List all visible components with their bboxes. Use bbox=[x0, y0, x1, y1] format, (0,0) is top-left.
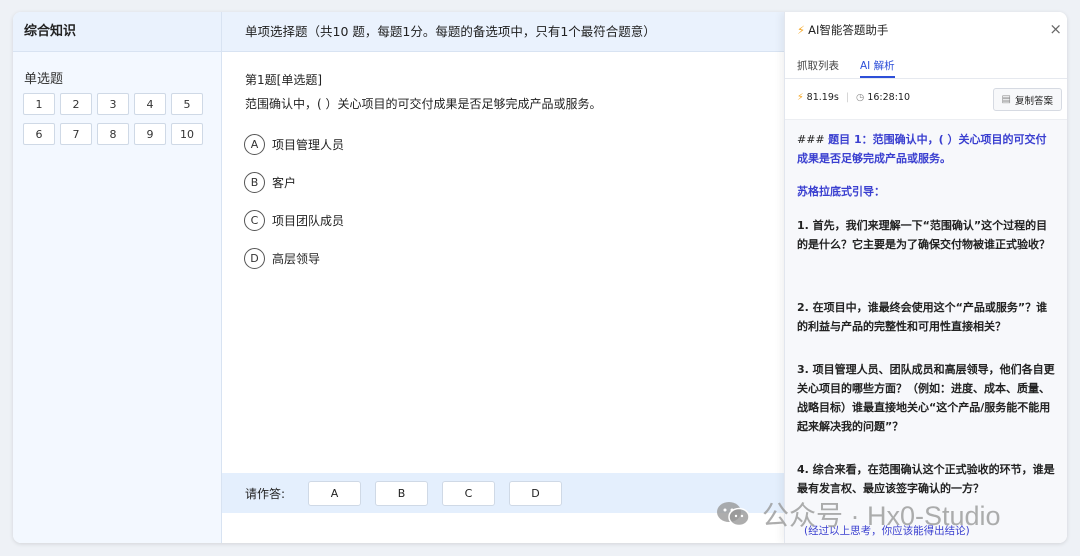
markdown-heading-marker: ### bbox=[797, 133, 829, 146]
option-text: 客户 bbox=[272, 176, 297, 190]
watermark-text: 公众号 · Hx0-Studio bbox=[762, 501, 1001, 531]
option-text: 高层领导 bbox=[272, 252, 321, 266]
analysis-point: 2. 在项目中，谁最终会使用这个“产品或服务”？谁的利益与产品的完整性和可用性直… bbox=[797, 301, 1048, 333]
lightning-icon: ⚡ bbox=[797, 23, 806, 37]
question-number-button[interactable]: 5 bbox=[171, 93, 203, 115]
question-number-button[interactable]: 2 bbox=[60, 93, 92, 115]
elapsed-time: 81.19s bbox=[806, 92, 839, 103]
app-window: 综合知识 单选题 1 2 3 4 5 6 7 8 9 10 单项选择题（共10 … bbox=[13, 12, 1067, 543]
option-letter: D bbox=[244, 248, 265, 269]
analysis-title: ### 题目 1：范围确认中，( ）关心项目的可交付成果是否足够完成产品或服务。 bbox=[797, 130, 1055, 168]
answer-button-a[interactable]: A bbox=[308, 481, 361, 506]
sidebar-header: 综合知识 bbox=[13, 12, 221, 52]
analysis-point: 1. 首先，我们来理解一下“范围确认”这个过程的目的是什么？它主要是为了确保交付… bbox=[797, 219, 1050, 251]
answer-button-d[interactable]: D bbox=[509, 481, 562, 506]
question-number-button[interactable]: 10 bbox=[171, 123, 203, 145]
answer-label: 请作答: bbox=[245, 487, 286, 501]
question-number-button[interactable]: 6 bbox=[23, 123, 55, 145]
tab-capture-list[interactable]: 抓取列表 bbox=[797, 58, 839, 78]
answer-bar: 请作答: A B C D bbox=[222, 473, 784, 513]
answer-button-c[interactable]: C bbox=[442, 481, 495, 506]
assistant-tabs: 抓取列表 AI 解析 bbox=[797, 58, 916, 78]
divider: | bbox=[845, 92, 850, 103]
option-c[interactable]: C 项目团队成员 bbox=[244, 210, 344, 231]
question-section-header: 单项选择题（共10 题，每题1分。每题的备选项中，只有1个最符合题意） bbox=[222, 12, 784, 52]
section-title: 单选题 bbox=[24, 72, 64, 87]
clock-icon: ◷ bbox=[856, 92, 865, 103]
tab-ai-analysis[interactable]: AI 解析 bbox=[860, 58, 895, 78]
copy-icon: ▤ bbox=[1001, 94, 1011, 105]
option-text: 项目团队成员 bbox=[272, 214, 345, 228]
copy-answer-label: 复制答案 bbox=[1014, 95, 1053, 107]
option-b[interactable]: B 客户 bbox=[244, 172, 296, 193]
assistant-title: AI智能答题助手 bbox=[808, 23, 889, 37]
question-number-button[interactable]: 7 bbox=[60, 123, 92, 145]
option-letter: A bbox=[244, 134, 265, 155]
answer-button-b[interactable]: B bbox=[375, 481, 428, 506]
question-number-button[interactable]: 3 bbox=[97, 93, 129, 115]
analysis-point: 4. 综合来看，在范围确认这个正式验收的环节，谁是最有发言权、最应该签字确认的一… bbox=[797, 463, 1055, 495]
ai-assistant-panel: ⚡ AI智能答题助手 × 抓取列表 AI 解析 ⚡ 81.19s | ◷ 16:2… bbox=[784, 12, 1067, 543]
question-number: 第1题[单选题] bbox=[245, 73, 322, 87]
wechat-icon bbox=[717, 501, 750, 526]
analysis-title-text: 题目 1：范围确认中，( ）关心项目的可交付成果是否足够完成产品或服务。 bbox=[797, 133, 1047, 165]
option-text: 项目管理人员 bbox=[272, 138, 345, 152]
question-panel: 单项选择题（共10 题，每题1分。每题的备选项中，只有1个最符合题意） 第1题[… bbox=[222, 12, 784, 543]
option-a[interactable]: A 项目管理人员 bbox=[244, 134, 344, 155]
watermark: 公众号 · Hx0-Studio bbox=[716, 494, 1001, 533]
question-number-grid: 1 2 3 4 5 6 7 8 9 10 bbox=[23, 93, 203, 145]
question-number-button[interactable]: 4 bbox=[134, 93, 166, 115]
option-d[interactable]: D 高层领导 bbox=[244, 248, 320, 269]
divider bbox=[785, 78, 1067, 79]
lightning-icon: ⚡ bbox=[797, 92, 804, 103]
close-icon[interactable]: × bbox=[1049, 20, 1062, 38]
question-text: 范围确认中，( ）关心项目的可交付成果是否足够完成产品或服务。 bbox=[245, 97, 602, 111]
analysis-point: 3. 项目管理人员、团队成员和高层领导，他们各自更关心项目的哪些方面？（例如：进… bbox=[797, 363, 1055, 433]
timestamp: 16:28:10 bbox=[867, 92, 910, 103]
option-letter: B bbox=[244, 172, 265, 193]
option-letter: C bbox=[244, 210, 265, 231]
question-number-button[interactable]: 8 bbox=[97, 123, 129, 145]
question-number-button[interactable]: 1 bbox=[23, 93, 55, 115]
analysis-content: ### 题目 1：范围确认中，( ）关心项目的可交付成果是否足够完成产品或服务。… bbox=[785, 120, 1067, 543]
copy-answer-button[interactable]: ▤ 复制答案 bbox=[992, 88, 1062, 111]
stats-row: ⚡ 81.19s | ◷ 16:28:10 bbox=[797, 92, 910, 103]
assistant-title-row: ⚡ AI智能答题助手 bbox=[797, 22, 888, 38]
question-nav-sidebar: 综合知识 单选题 1 2 3 4 5 6 7 8 9 10 bbox=[13, 12, 222, 543]
question-number-button[interactable]: 9 bbox=[134, 123, 166, 145]
analysis-subheading: 苏格拉底式引导： bbox=[797, 185, 885, 198]
